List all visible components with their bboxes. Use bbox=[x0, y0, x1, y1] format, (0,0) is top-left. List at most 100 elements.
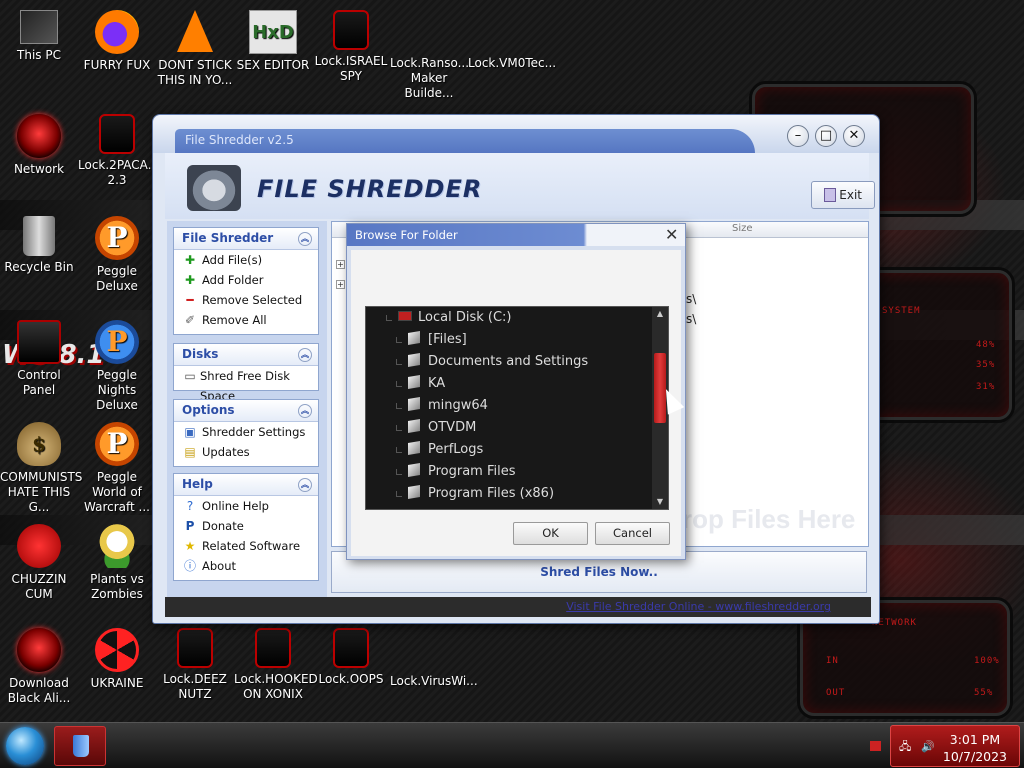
desktop-icon-lock-hooked[interactable]: Lock.HOOKED ON XONIX bbox=[234, 628, 318, 702]
tree-item-folder[interactable]: mingw64 bbox=[396, 395, 488, 417]
cancel-button[interactable]: Cancel bbox=[595, 522, 670, 545]
clock-date: 10/7/2023 bbox=[942, 749, 1007, 764]
close-button[interactable]: ✕ bbox=[843, 125, 865, 147]
lock-app-icon bbox=[177, 628, 213, 668]
expand-toggle[interactable]: + bbox=[336, 280, 345, 289]
website-link[interactable]: Visit File Shredder Online - www.fileshr… bbox=[566, 600, 831, 613]
collapse-chevron-icon[interactable]: ︽ bbox=[298, 404, 312, 418]
start-button[interactable] bbox=[6, 727, 44, 765]
alien-icon bbox=[17, 628, 61, 672]
size-column-header[interactable]: Size bbox=[732, 223, 753, 234]
sidebar-item-about[interactable]: ⓘ About bbox=[174, 556, 318, 576]
settings-icon: ▣ bbox=[184, 425, 196, 439]
info-icon: ⓘ bbox=[184, 559, 197, 573]
sidebar-item-add-folder[interactable]: ✚ Add Folder bbox=[174, 270, 318, 290]
desktop-icon-furry-fux[interactable]: FURRY FUX bbox=[78, 10, 156, 73]
tree-item-folder[interactable]: [Files] bbox=[396, 329, 467, 351]
desktop-icon-peggle-deluxe[interactable]: P Peggle Deluxe bbox=[78, 216, 156, 294]
desktop-icon-lock-2paca[interactable]: Lock.2PACA... 2.3 bbox=[78, 114, 159, 188]
firefox-icon bbox=[95, 10, 139, 54]
desktop-icon-lock-israel-spy[interactable]: Lock.ISRAEL SPY bbox=[312, 10, 390, 84]
dialog-close-button[interactable]: ✕ bbox=[665, 227, 678, 243]
lock-app-icon bbox=[255, 628, 291, 668]
ok-button[interactable]: OK bbox=[513, 522, 588, 545]
folder-tree[interactable]: Local Disk (C:) [Files] Documents and Se… bbox=[365, 306, 669, 510]
group-title: Options bbox=[182, 403, 235, 417]
tree-item-folder[interactable]: Documents and Settings bbox=[396, 351, 588, 373]
desktop-icon-lock-ranso[interactable]: Lock.Ranso... Maker Builde... bbox=[390, 10, 603, 166]
tree-line bbox=[396, 381, 402, 387]
item-label: Add Folder bbox=[202, 273, 264, 287]
desktop-icon-label: FURRY FUX bbox=[83, 58, 151, 72]
tree-line bbox=[396, 447, 402, 453]
tree-item-folder[interactable]: Program Files bbox=[396, 461, 516, 483]
collapse-chevron-icon[interactable]: ︽ bbox=[298, 232, 312, 246]
sidebar-item-remove-selected[interactable]: ━ Remove Selected bbox=[174, 290, 318, 310]
desktop-icon-this-pc[interactable]: This PC bbox=[0, 10, 78, 63]
sidebar-item-online-help[interactable]: ? Online Help bbox=[174, 496, 318, 516]
tree-item-folder[interactable]: PerfLogs bbox=[396, 439, 483, 461]
drive-icon bbox=[398, 311, 412, 321]
scroll-down-arrow-icon[interactable]: ▼ bbox=[652, 495, 668, 509]
taskbar-app-file-shredder[interactable] bbox=[54, 726, 106, 766]
desktop-icon-download-black[interactable]: Download Black Ali... bbox=[0, 628, 78, 706]
desktop-icon-network[interactable]: Network bbox=[0, 114, 78, 177]
network-icon[interactable]: 🖧 bbox=[899, 741, 913, 753]
desktop-icon-lock-vm0tec[interactable]: Lock.VM0Tec... bbox=[468, 10, 681, 166]
tree-item-folder[interactable]: OTVDM bbox=[396, 417, 476, 439]
sidebar-item-remove-all[interactable]: ✐ Remove All bbox=[174, 310, 318, 330]
star-icon: ★ bbox=[184, 539, 196, 553]
sidebar-item-updates[interactable]: ▤ Updates bbox=[174, 442, 318, 462]
sidebar-item-related-software[interactable]: ★ Related Software bbox=[174, 536, 318, 556]
desktop-icon-lock-deez[interactable]: Lock.DEEZ NUTZ bbox=[156, 628, 234, 702]
peggle-icon: P bbox=[95, 422, 139, 466]
desktop-icon-sex-editor[interactable]: HxD SEX EDITOR bbox=[234, 10, 312, 73]
desktop-icon-control-panel[interactable]: Control Panel bbox=[0, 320, 78, 398]
hex-editor-icon: HxD bbox=[249, 10, 297, 54]
group-header[interactable]: Disks ︽ bbox=[174, 344, 318, 366]
group-header[interactable]: File Shredder ︽ bbox=[174, 228, 318, 250]
deco-pct-4: 100% bbox=[974, 656, 1000, 666]
exit-button[interactable]: Exit bbox=[811, 181, 875, 209]
sidebar-item-add-files[interactable]: ✚ Add File(s) bbox=[174, 250, 318, 270]
action-center-flag-icon[interactable] bbox=[870, 741, 881, 751]
desktop-icon-pvz[interactable]: Plants vs Zombies bbox=[78, 524, 156, 602]
group-header[interactable]: Options ︽ bbox=[174, 400, 318, 422]
tree-item-label: Local Disk (C:) bbox=[418, 310, 512, 325]
group-title: Disks bbox=[182, 347, 219, 361]
tree-item-folder[interactable]: KA bbox=[396, 373, 445, 395]
desktop-icon-lock-oops[interactable]: Lock.OOPS bbox=[312, 628, 390, 687]
maximize-button[interactable]: □ bbox=[815, 125, 837, 147]
desktop-icon-peggle-wow[interactable]: P Peggle World of Warcraft ... bbox=[78, 422, 156, 515]
help-icon: ? bbox=[186, 499, 194, 513]
desktop-icon-label: Lock.DEEZ NUTZ bbox=[163, 672, 227, 701]
scroll-up-arrow-icon[interactable]: ▲ bbox=[652, 307, 668, 321]
sidebar-item-shred-free-disk[interactable]: ▭ Shred Free Disk Space bbox=[174, 366, 318, 403]
tree-item-folder[interactable]: Program Files (x86) bbox=[396, 483, 554, 505]
desktop-icon-label: Lock.ISRAEL SPY bbox=[314, 54, 388, 83]
desktop-icon-label: CHUZZIN CUM bbox=[11, 572, 67, 601]
collapse-chevron-icon[interactable]: ︽ bbox=[298, 348, 312, 362]
sidebar-group-disks: Disks ︽ ▭ Shred Free Disk Space bbox=[173, 343, 319, 403]
sidebar-group-file-shredder: File Shredder ︽ ✚ Add File(s) ✚ Add Folder … bbox=[173, 227, 319, 335]
desktop-icon-ukraine[interactable]: UKRAINE bbox=[78, 628, 156, 691]
expand-toggle[interactable]: + bbox=[336, 260, 345, 269]
group-header[interactable]: Help ︽ bbox=[174, 474, 318, 496]
desktop-icon-lock-viruswi[interactable]: Lock.VirusWi... bbox=[390, 628, 603, 768]
tree-item-local-disk[interactable]: Local Disk (C:) bbox=[386, 307, 511, 329]
desktop-icon-recycle-bin[interactable]: Recycle Bin bbox=[0, 216, 78, 275]
clock[interactable]: 3:01 PM 10/7/2023 bbox=[943, 731, 1007, 765]
minimize-button[interactable]: – bbox=[787, 125, 809, 147]
title-bar[interactable]: File Shredder v2.5 – □ ✕ bbox=[153, 115, 879, 153]
sidebar-item-donate[interactable]: P Donate bbox=[174, 516, 318, 536]
desktop-icon-communists[interactable]: $ COMMUNISTS HATE THIS G... bbox=[0, 422, 82, 515]
sidebar-item-shredder-settings[interactable]: ▣ Shredder Settings bbox=[174, 422, 318, 442]
desktop-icon-peggle-nights[interactable]: P Peggle Nights Deluxe bbox=[78, 320, 156, 413]
desktop-icon-dont-stick[interactable]: DONT STICK THIS IN YO... bbox=[156, 10, 234, 88]
deco-pct-1: 48% bbox=[976, 340, 996, 350]
file-path-fragment: s\ bbox=[686, 312, 697, 326]
scroll-thumb[interactable] bbox=[654, 353, 666, 423]
collapse-chevron-icon[interactable]: ︽ bbox=[298, 478, 312, 492]
desktop-icon-chuzzin[interactable]: CHUZZIN CUM bbox=[0, 524, 78, 602]
volume-icon[interactable]: 🔊 bbox=[921, 741, 935, 753]
